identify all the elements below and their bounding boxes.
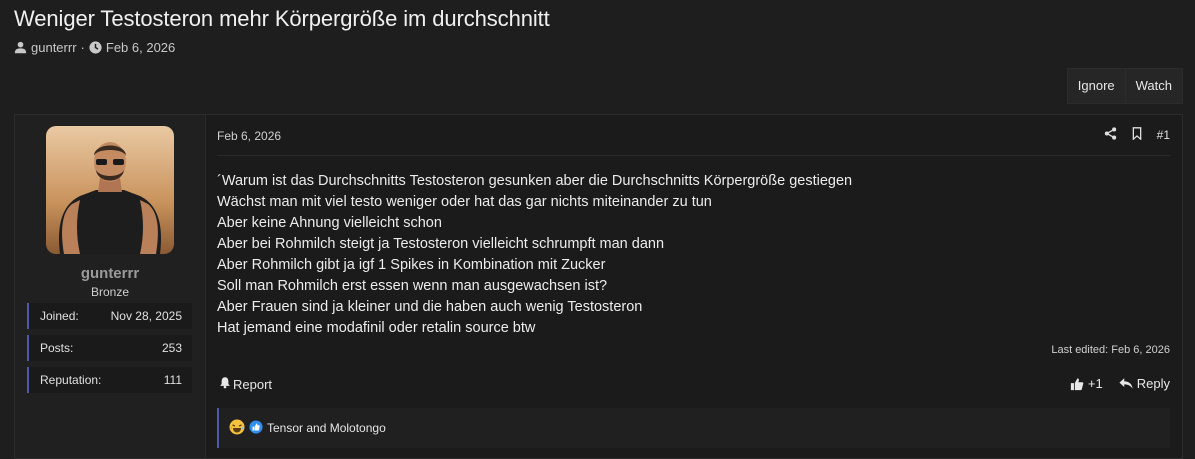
post-body: ´Warum ist das Durchschnitts Testosteron… — [217, 171, 852, 339]
reply-button[interactable]: Reply — [1119, 376, 1170, 391]
user-icon — [14, 41, 27, 54]
clock-icon — [89, 41, 102, 54]
user-pane: gunterrr Bronze Joined: Nov 28, 2025 Pos… — [15, 115, 206, 458]
user-name[interactable]: gunterrr — [15, 265, 205, 282]
like-button[interactable]: +1 — [1070, 376, 1103, 391]
reply-label: Reply — [1136, 376, 1170, 391]
reactions-bar[interactable]: Tensor and Molotongo — [217, 408, 1170, 448]
post-line: Soll man Rohmilch erst essen wenn man au… — [217, 278, 608, 294]
stat-value: 111 — [163, 373, 182, 387]
reply-icon — [1119, 378, 1133, 389]
post-content: Feb 6, 2026 #1 ´Warum ist das Durchschni… — [217, 115, 1170, 458]
post-line: Aber keine Ahnung vielleicht schon — [217, 215, 442, 231]
last-edited: Last edited: Feb 6, 2026 — [1051, 344, 1170, 356]
post-tools: #1 — [1104, 127, 1170, 143]
post-line: Hat jemand eine modafinil oder retalin s… — [217, 320, 536, 336]
laughing-emoji-icon — [229, 419, 245, 438]
like-reaction-icon — [249, 419, 263, 437]
post-actions-right: +1 Reply — [1070, 376, 1170, 391]
reactions-users-link[interactable]: Tensor and Molotongo — [267, 421, 386, 435]
stat-label: Posts: — [40, 341, 74, 355]
share-icon[interactable] — [1104, 127, 1117, 143]
meta-separator: · — [80, 40, 85, 55]
stat-value: 253 — [161, 341, 182, 355]
bell-icon — [219, 376, 231, 392]
post-line: Aber Frauen sind ja kleiner und die habe… — [217, 299, 643, 315]
thumbs-up-icon — [1070, 377, 1084, 390]
report-label: Report — [233, 376, 273, 392]
watch-button[interactable]: Watch — [1124, 69, 1182, 103]
post-number-link[interactable]: #1 — [1157, 128, 1170, 142]
post-line: Wächst man mit viel testo weniger oder h… — [217, 194, 712, 210]
bookmark-icon[interactable] — [1131, 127, 1143, 143]
stat-value: Nov 28, 2025 — [110, 309, 182, 323]
ignore-button[interactable]: Ignore — [1068, 69, 1125, 103]
avatar[interactable] — [46, 126, 174, 254]
thread-title: Weniger Testosteron mehr Körpergröße im … — [14, 6, 550, 31]
stat-label: Joined: — [40, 309, 79, 323]
report-button[interactable]: Report — [219, 376, 272, 392]
user-title: Bronze — [90, 285, 130, 299]
post-header-divider — [217, 155, 1170, 156]
post-line: ´Warum ist das Durchschnitts Testosteron… — [217, 173, 853, 189]
stat-reputation: Reputation: 111 — [27, 367, 192, 393]
stat-joined: Joined: Nov 28, 2025 — [27, 303, 192, 329]
thread-date-link[interactable]: Feb 6, 2026 — [106, 40, 175, 55]
thread-actions: Ignore Watch — [1066, 68, 1183, 104]
post-message: gunterrr Bronze Joined: Nov 28, 2025 Pos… — [14, 114, 1183, 459]
like-count: +1 — [1087, 376, 1103, 391]
post-line: Aber bei Rohmilch steigt ja Testosteron … — [217, 236, 665, 252]
stat-label: Reputation: — [40, 373, 102, 387]
post-line: Aber Rohmilch gibt ja igf 1 Spikes in Ko… — [217, 257, 606, 273]
thread-meta: gunterrr · Feb 6, 2026 — [14, 40, 175, 55]
thread-author-link[interactable]: gunterrr — [31, 40, 77, 55]
post-date-link[interactable]: Feb 6, 2026 — [217, 129, 281, 143]
stat-posts: Posts: 253 — [27, 335, 192, 361]
